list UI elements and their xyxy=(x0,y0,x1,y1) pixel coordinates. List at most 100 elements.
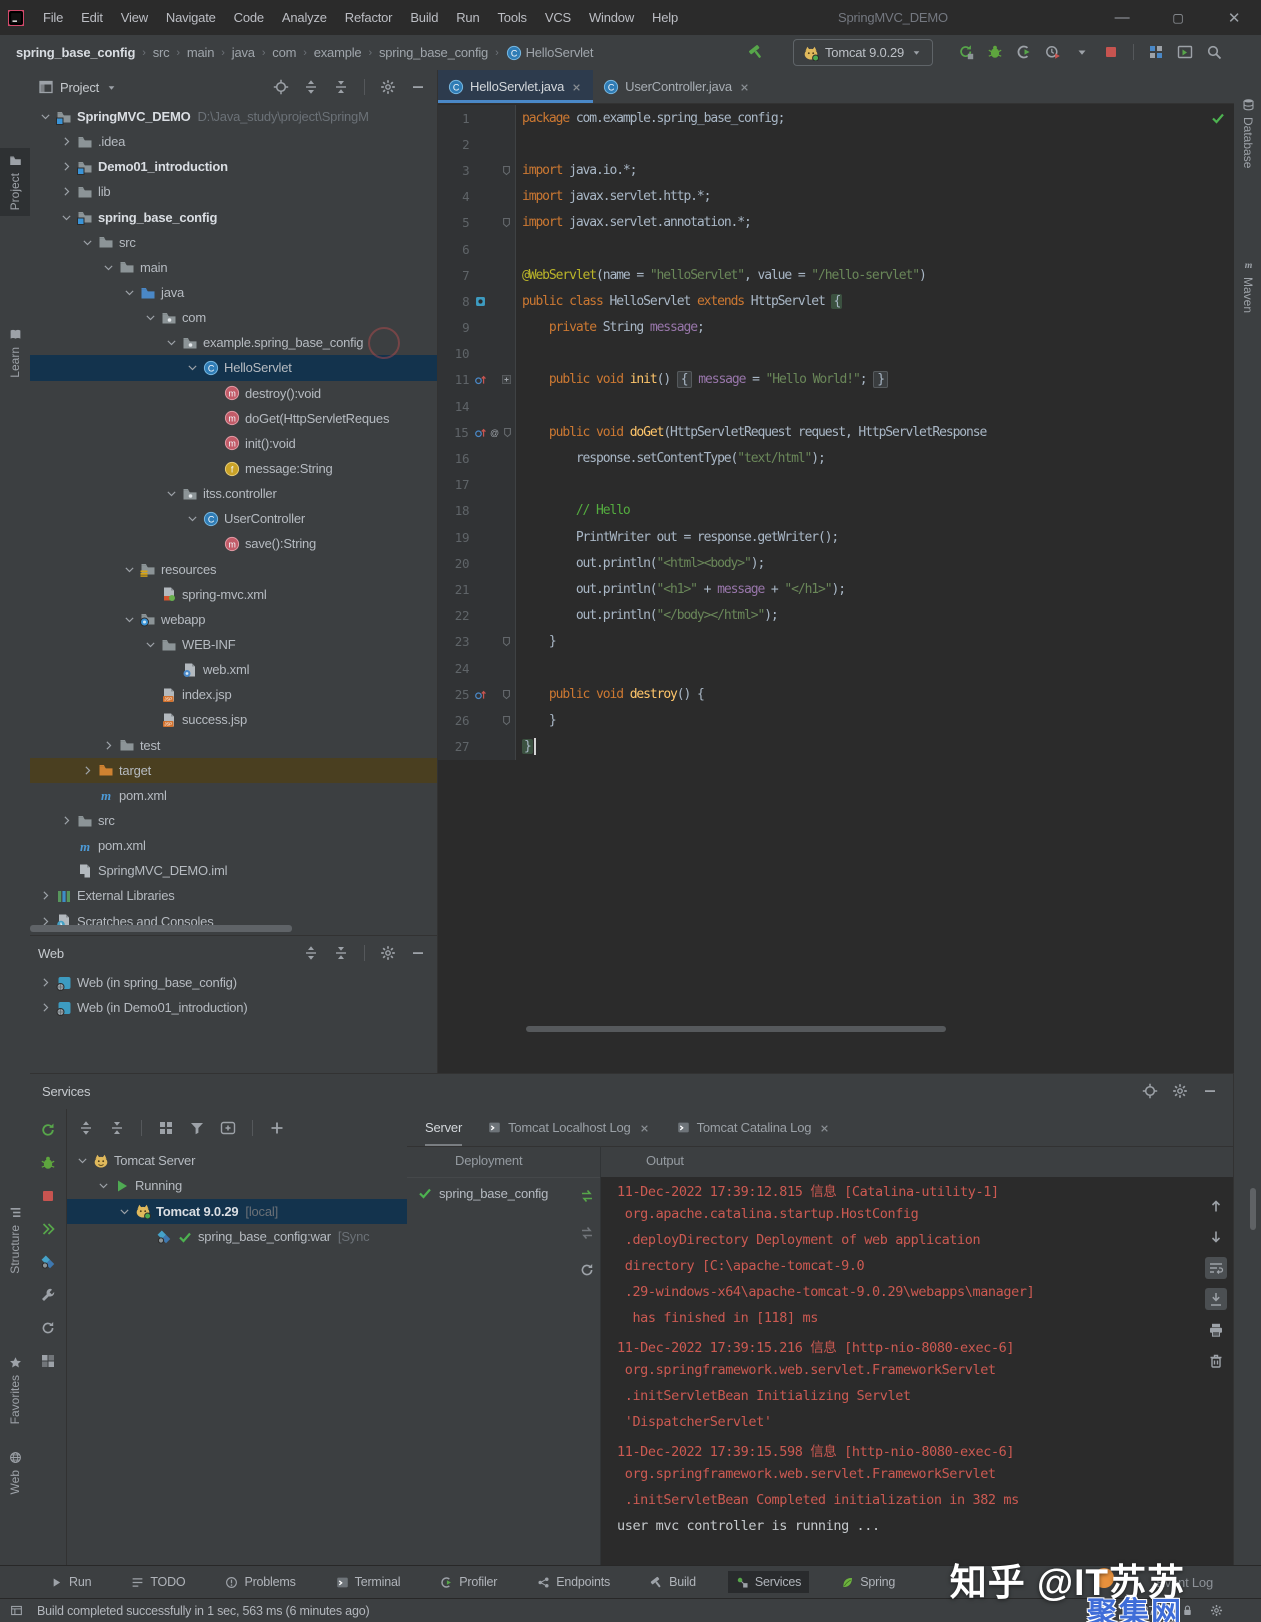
fold-marker[interactable] xyxy=(500,210,516,236)
gutter-class-icon[interactable] xyxy=(474,295,487,308)
tree-row[interactable]: main xyxy=(30,255,437,280)
menu-tools[interactable]: Tools xyxy=(488,10,535,25)
chevron-down-icon[interactable] xyxy=(166,336,182,349)
tree-row[interactable]: itss.controller xyxy=(30,481,437,506)
menu-view[interactable]: View xyxy=(112,10,157,25)
close-icon[interactable] xyxy=(818,1120,831,1135)
minus-button[interactable] xyxy=(407,942,429,964)
gear-button[interactable] xyxy=(377,942,399,964)
chevron-right-icon[interactable] xyxy=(61,814,77,827)
tree-row[interactable]: CHelloServlet xyxy=(30,355,437,380)
dashboard-button[interactable] xyxy=(37,1350,59,1372)
tree-row[interactable]: Running xyxy=(67,1173,407,1198)
menu-window[interactable]: Window xyxy=(580,10,643,25)
chevron-right-icon[interactable] xyxy=(61,185,77,198)
profiler-button[interactable] xyxy=(1013,41,1035,63)
tree-row[interactable]: fmessage:String xyxy=(30,456,437,481)
breadcrumb-item[interactable]: example xyxy=(314,45,362,60)
search-button[interactable] xyxy=(1203,41,1225,63)
chevron-down-icon[interactable] xyxy=(61,211,77,224)
tree-row[interactable]: minit():void xyxy=(30,431,437,456)
menu-vcs[interactable]: VCS xyxy=(536,10,580,25)
menu-code[interactable]: Code xyxy=(225,10,273,25)
scroll-end-button[interactable] xyxy=(1205,1288,1227,1310)
tree-row[interactable]: webapp xyxy=(30,607,437,632)
toolwindow-button-problems[interactable]: Problems xyxy=(217,1571,303,1593)
minus-button[interactable] xyxy=(1199,1080,1221,1102)
toolwindow-button-profiler[interactable]: Profiler xyxy=(432,1571,505,1593)
chevron-down-icon[interactable] xyxy=(187,512,203,525)
toolwindow-button-run[interactable]: Run xyxy=(42,1571,99,1593)
breadcrumb-item[interactable]: com xyxy=(272,45,296,60)
trash-button[interactable] xyxy=(1205,1350,1227,1372)
tree-row[interactable]: resources xyxy=(30,557,437,582)
tree-row[interactable]: JSPindex.jsp xyxy=(30,682,437,707)
collapse-all-button[interactable] xyxy=(330,942,352,964)
stripe-item-web[interactable]: Web xyxy=(0,1445,30,1500)
tree-row[interactable]: JSPsuccess.jsp xyxy=(30,707,437,732)
close-icon[interactable] xyxy=(570,79,583,94)
menu-build[interactable]: Build xyxy=(401,10,447,25)
clock-run-button[interactable] xyxy=(1042,41,1064,63)
close-button[interactable]: ✕ xyxy=(1223,9,1245,27)
refresh-button[interactable] xyxy=(576,1259,598,1281)
crosshair-button[interactable] xyxy=(270,76,292,98)
bug-button[interactable] xyxy=(984,41,1006,63)
filter-button[interactable] xyxy=(186,1117,208,1139)
wrench-button[interactable] xyxy=(37,1284,59,1306)
stop-button[interactable] xyxy=(37,1185,59,1207)
minimize-button[interactable]: — xyxy=(1111,9,1133,26)
tree-row[interactable]: External Libraries xyxy=(30,883,437,908)
artifact-diamond-button[interactable] xyxy=(37,1251,59,1273)
menu-edit[interactable]: Edit xyxy=(72,10,112,25)
stripe-item-learn[interactable]: Learn xyxy=(0,322,30,384)
minus-button[interactable] xyxy=(407,76,429,98)
bug-button[interactable] xyxy=(37,1152,59,1174)
chevron-down-icon[interactable] xyxy=(119,1205,135,1218)
deployment-item[interactable]: spring_base_config xyxy=(407,1177,600,1201)
deploy-arrows-button[interactable] xyxy=(37,1218,59,1240)
chevron-right-icon[interactable] xyxy=(103,739,119,752)
stripe-item-database[interactable]: Database xyxy=(1234,92,1261,174)
tree-row[interactable]: mdestroy():void xyxy=(30,381,437,406)
at-icon[interactable]: @ xyxy=(488,426,501,439)
tree-row[interactable]: SpringMVC_DEMO.iml xyxy=(30,858,437,883)
chevron-down-icon[interactable] xyxy=(187,361,203,374)
tree-row[interactable]: java xyxy=(30,280,437,305)
frame-plus-button[interactable] xyxy=(217,1117,239,1139)
tree-row[interactable]: web.xml xyxy=(30,657,437,682)
services-tab-server[interactable]: Server xyxy=(425,1109,462,1146)
stripe-item-favorites[interactable]: Favorites xyxy=(0,1350,30,1430)
override-icon[interactable] xyxy=(474,688,487,701)
services-scrollbar[interactable] xyxy=(1250,1188,1256,1230)
expand-all-button[interactable] xyxy=(300,76,322,98)
breadcrumb-item[interactable]: spring_base_config xyxy=(16,45,135,60)
chevron-right-icon[interactable] xyxy=(61,135,77,148)
toolwindow-button-spring[interactable]: Spring xyxy=(833,1571,903,1593)
tree-row[interactable]: src xyxy=(30,230,437,255)
swap-green-button[interactable] xyxy=(576,1185,598,1207)
tree-row[interactable]: Demo01_introduction xyxy=(30,154,437,179)
breadcrumb-item[interactable]: src xyxy=(153,45,170,60)
stripe-item-structure[interactable]: Structure xyxy=(0,1200,30,1280)
arrow-up-button[interactable] xyxy=(1205,1195,1227,1217)
stop-button[interactable] xyxy=(1100,41,1122,63)
swap-gray-button[interactable] xyxy=(576,1222,598,1244)
menu-file[interactable]: File xyxy=(34,10,72,25)
plus-button[interactable] xyxy=(266,1117,288,1139)
chevron-down-icon[interactable] xyxy=(82,236,98,249)
crosshair-button[interactable] xyxy=(1139,1080,1161,1102)
toolwindow-button-todo[interactable]: TODO xyxy=(123,1571,193,1593)
services-tab-tomcat-localhost-log[interactable]: Tomcat Localhost Log xyxy=(488,1109,650,1146)
gear-button[interactable] xyxy=(1169,1080,1191,1102)
maximize-button[interactable]: ▢ xyxy=(1167,11,1189,25)
tree-row[interactable]: test xyxy=(30,733,437,758)
structure-proj-button[interactable] xyxy=(1145,41,1167,63)
breadcrumb-item[interactable]: CHelloServlet xyxy=(506,45,594,61)
chevron-down-icon[interactable] xyxy=(145,311,161,324)
tree-row[interactable]: spring_base_config:war[Sync xyxy=(67,1224,407,1249)
menu-run[interactable]: Run xyxy=(447,10,488,25)
arrow-down-button[interactable] xyxy=(1205,1226,1227,1248)
rerun-plain-button[interactable] xyxy=(37,1119,59,1141)
wrap-button[interactable] xyxy=(1205,1257,1227,1279)
